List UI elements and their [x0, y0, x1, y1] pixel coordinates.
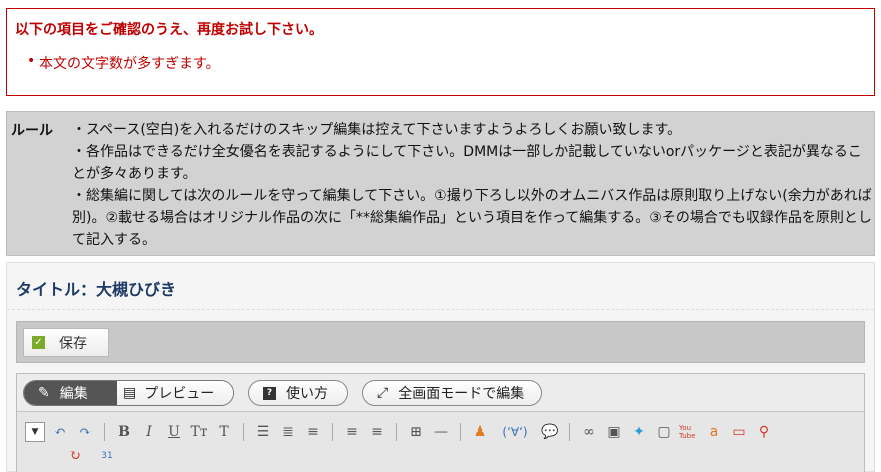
twitter-icon[interactable]: ✦	[629, 422, 649, 442]
rule-line: ・総集編に関しては次のルールを守って編集して下さい。①撮り下ろし以外のオムニバス…	[72, 188, 872, 248]
italic-button[interactable]: I	[139, 422, 159, 442]
separator	[396, 423, 397, 441]
tab-preview-label: プレビュー	[144, 386, 215, 402]
edit-panel: タイトル：大槻ひびき ✓ 保存 ✎ 編集 ▤ プレビュー ? 使い方 ⤢ 全画面…	[6, 262, 875, 472]
align-left-icon[interactable]: ≡	[342, 422, 362, 442]
fullscreen-label: 全画面モードで編集	[398, 386, 525, 402]
save-bar: ✓ 保存	[16, 321, 865, 363]
face-icon[interactable]: (ʻ∀ʻ)	[495, 422, 535, 442]
mode-switch: ✎ 編集 ▤ プレビュー	[23, 380, 234, 406]
rules-label: ルール	[11, 123, 53, 139]
mode-row: ✎ 編集 ▤ プレビュー ? 使い方 ⤢ 全画面モードで編集	[17, 374, 864, 412]
error-box: 以下の項目をご確認のうえ、再度お試し下さい。 本文の文字数が多すぎます。	[6, 8, 875, 96]
fullscreen-button[interactable]: ⤢ 全画面モードで編集	[362, 380, 542, 406]
divider	[7, 309, 874, 310]
font-color-button[interactable]: T	[214, 422, 234, 442]
align-right-icon[interactable]: ≡	[367, 422, 387, 442]
map-pin-icon[interactable]: ⚲	[754, 422, 774, 442]
paragraph-icon[interactable]: ≡	[303, 422, 323, 442]
check-icon: ✓	[32, 336, 45, 349]
page-title: タイトル：大槻ひびき	[16, 280, 177, 299]
youtube-icon[interactable]: You Tube	[679, 422, 699, 442]
tab-preview[interactable]: ▤ プレビュー	[117, 381, 233, 405]
separator	[332, 423, 333, 441]
rule-line: ・スペース(空白)を入れるだけのスキップ編集は控えて下さいますようよろしくお願い…	[72, 122, 682, 138]
bullet-list-icon[interactable]: ☰	[253, 422, 273, 442]
separator	[104, 423, 105, 441]
gift-icon[interactable]: ▭	[729, 422, 749, 442]
expand-icon: ⤢	[377, 385, 389, 401]
rule-line: ・各作品はできるだけ全女優名を表記するようにして下さい。DMMは一部しか記載して…	[72, 144, 862, 182]
calendar-icon[interactable]: 31	[97, 446, 117, 466]
comment-icon[interactable]: 💬	[540, 422, 560, 442]
tab-edit-label: 編集	[59, 386, 88, 402]
error-item: 本文の文字数が多すぎます。	[27, 53, 220, 73]
pencil-icon: ✎	[38, 385, 50, 401]
image-icon[interactable]: ▣	[604, 422, 624, 442]
save-button[interactable]: ✓ 保存	[23, 328, 109, 357]
refresh-icon[interactable]: ↻	[65, 446, 85, 466]
help-label: 使い方	[286, 386, 328, 402]
separator	[460, 423, 461, 441]
link-icon[interactable]: ∞	[579, 422, 599, 442]
dropdown-button[interactable]: ▼	[25, 422, 45, 442]
rules-text: ・スペース(空白)を入れるだけのスキップ編集は控えて下さいますようよろしくお願い…	[72, 119, 872, 251]
font-size-button[interactable]: Tт	[189, 422, 209, 442]
help-button[interactable]: ? 使い方	[248, 380, 348, 406]
hr-icon[interactable]: —	[431, 422, 451, 442]
bold-button[interactable]: B	[114, 422, 134, 442]
preview-icon: ▤	[123, 385, 137, 401]
photo-icon[interactable]: ▢	[654, 422, 674, 442]
undo-icon[interactable]: ↶	[50, 422, 70, 442]
separator	[243, 423, 244, 441]
redo-icon[interactable]: ↷	[75, 422, 95, 442]
save-label: 保存	[59, 335, 87, 352]
tab-edit[interactable]: ✎ 編集	[24, 381, 117, 405]
help-icon: ?	[263, 386, 276, 400]
stamp-icon[interactable]: ♟	[470, 422, 490, 442]
amazon-icon[interactable]: a	[704, 422, 724, 442]
error-title: 以下の項目をご確認のうえ、再度お試し下さい。	[15, 22, 323, 38]
editor: ✎ 編集 ▤ プレビュー ? 使い方 ⤢ 全画面モードで編集 ▼ ↶ ↷ B I…	[16, 373, 865, 472]
rules-box: ルール ・スペース(空白)を入れるだけのスキップ編集は控えて下さいますようよろし…	[6, 111, 875, 256]
format-toolbar: ▼ ↶ ↷ B I U Tт T ☰ ≣ ≡ ≡ ≡ ⊞ — ♟ (ʻ∀ʻ) 💬…	[25, 420, 857, 470]
table-icon[interactable]: ⊞	[406, 422, 426, 442]
separator	[569, 423, 570, 441]
numbered-list-icon[interactable]: ≣	[278, 422, 298, 442]
underline-button[interactable]: U	[164, 422, 184, 442]
